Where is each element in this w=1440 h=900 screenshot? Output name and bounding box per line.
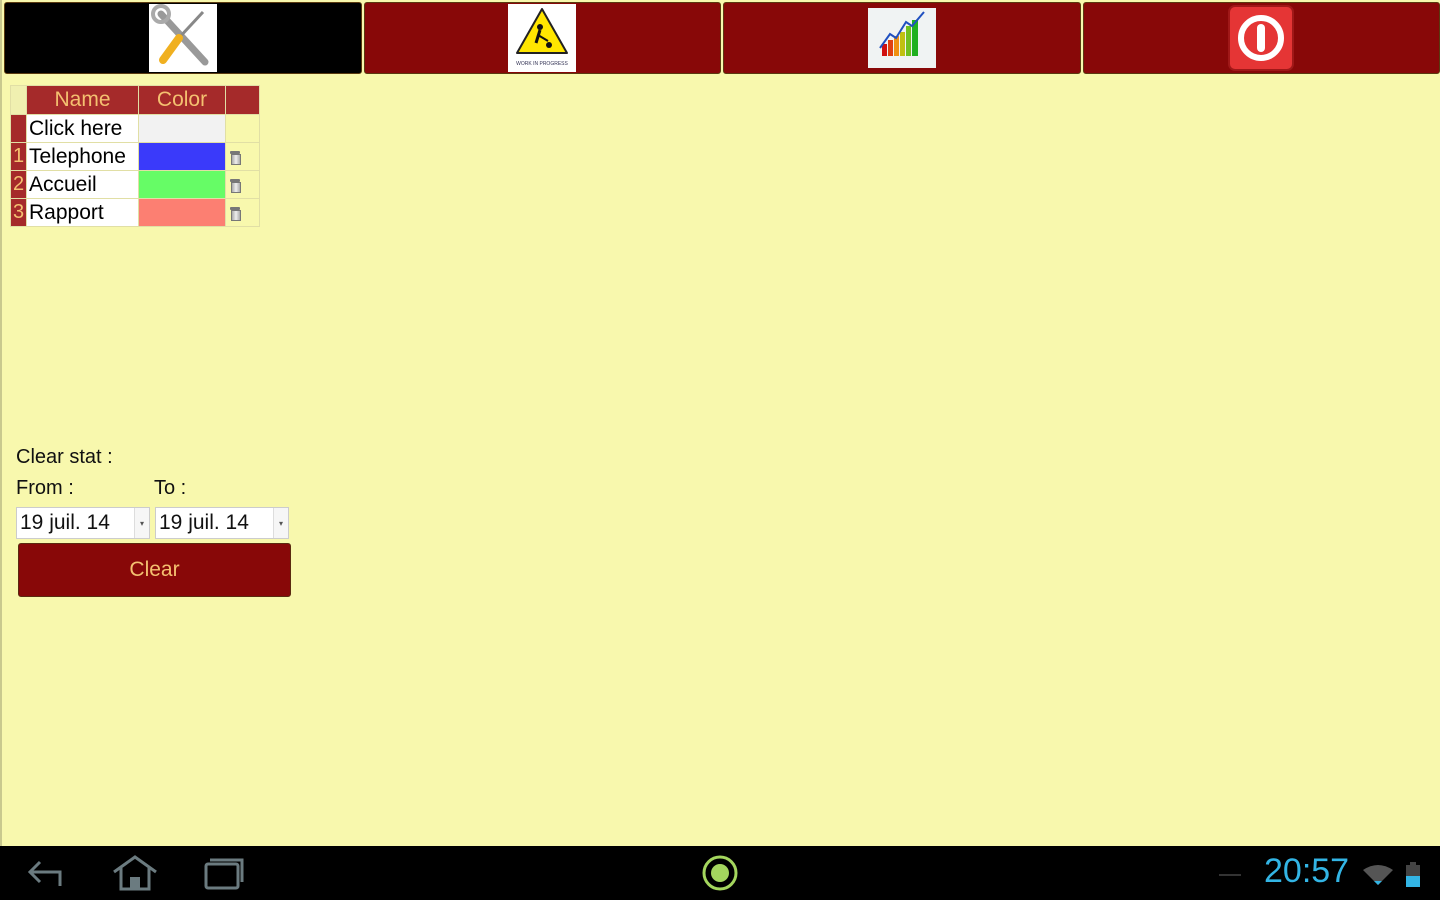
categories-table: Name Color Click here 1 Telephone 2 Accu… <box>10 85 260 227</box>
row-name[interactable]: Telephone <box>26 142 139 171</box>
target-circle-icon <box>702 855 738 891</box>
growth-chart-icon <box>867 8 936 68</box>
row-color-swatch[interactable] <box>138 198 226 227</box>
clear-button[interactable]: Clear <box>18 543 291 597</box>
toolbar: WORK IN PROGRESS <box>4 2 1440 76</box>
to-date-value: 19 juil. 14 <box>159 511 249 534</box>
notification-dash-icon <box>1219 874 1241 876</box>
row-number: 3 <box>10 198 27 227</box>
app-screen: WORK IN PROGRESS Name Color Click here 1… <box>0 0 1440 846</box>
back-icon <box>27 860 62 886</box>
statistics-button[interactable] <box>723 2 1081 74</box>
row-color-swatch[interactable] <box>138 142 226 171</box>
empty-cell <box>225 114 260 143</box>
row-number <box>10 114 27 143</box>
home-icon <box>113 855 157 891</box>
name-column-header: Name <box>26 85 139 115</box>
row-name[interactable]: Rapport <box>26 198 139 227</box>
tools-icon <box>148 4 217 72</box>
power-icon <box>1227 4 1295 72</box>
back-button[interactable] <box>26 856 66 890</box>
delete-button[interactable] <box>225 170 260 199</box>
add-row-color[interactable] <box>138 114 226 143</box>
svg-text:WORK IN PROGRESS: WORK IN PROGRESS <box>516 61 568 67</box>
trash-icon <box>230 150 241 165</box>
row-number: 2 <box>10 170 27 199</box>
trash-icon <box>230 206 241 221</box>
settings-button[interactable] <box>4 2 362 74</box>
row-color-swatch[interactable] <box>138 170 226 199</box>
add-row-name[interactable]: Click here <box>26 114 139 143</box>
table-row[interactable]: 2 Accueil <box>10 170 260 199</box>
recent-apps-icon <box>204 858 244 890</box>
system-nav-bar <box>0 846 1440 900</box>
power-button[interactable] <box>1082 2 1440 74</box>
to-label: To : <box>154 477 187 499</box>
battery-icon <box>1405 862 1421 893</box>
row-number: 1 <box>10 142 27 171</box>
status-clock: 20:57 <box>1264 852 1350 890</box>
add-row[interactable]: Click here <box>10 114 260 143</box>
delete-button[interactable] <box>225 142 260 171</box>
color-column-header: Color <box>138 85 226 115</box>
recent-apps-button[interactable] <box>204 856 246 890</box>
from-date-value: 19 juil. 14 <box>20 511 110 534</box>
action-column-header <box>225 85 260 115</box>
to-date-select[interactable]: 19 juil. 14 ▾ <box>155 507 289 539</box>
home-button[interactable] <box>112 855 158 891</box>
corner-cell <box>10 85 27 115</box>
from-date-select[interactable]: 19 juil. 14 ▾ <box>16 507 150 539</box>
clear-stat-title: Clear stat : <box>16 446 113 468</box>
delete-button[interactable] <box>225 198 260 227</box>
work-in-progress-button[interactable]: WORK IN PROGRESS <box>363 2 721 74</box>
table-row[interactable]: 3 Rapport <box>10 198 260 227</box>
app-indicator[interactable] <box>700 855 740 891</box>
wifi-icon <box>1362 864 1394 891</box>
dropdown-arrow-icon: ▾ <box>134 508 149 538</box>
work-in-progress-icon: WORK IN PROGRESS <box>508 4 577 72</box>
table-row[interactable]: 1 Telephone <box>10 142 260 171</box>
row-name[interactable]: Accueil <box>26 170 139 199</box>
table-header: Name Color <box>10 85 260 115</box>
from-label: From : <box>16 477 74 499</box>
trash-icon <box>230 178 241 193</box>
dropdown-arrow-icon: ▾ <box>273 508 288 538</box>
